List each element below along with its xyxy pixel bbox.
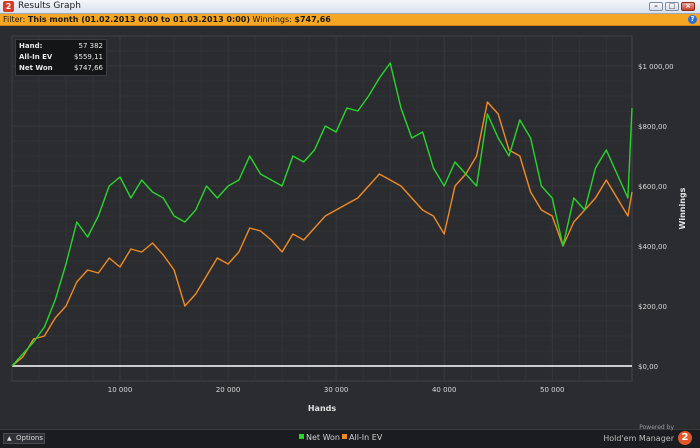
- filter-range: This month (01.02.2013 0:00 to 01.03.201…: [27, 15, 250, 24]
- x-tick-label: 10 000: [108, 386, 133, 394]
- x-tick-label: 30 000: [324, 386, 349, 394]
- y-tick-label: $1 000,00: [638, 63, 674, 71]
- maximize-button[interactable]: □: [665, 2, 679, 11]
- options-label: Options: [16, 434, 44, 442]
- app-logo-icon: 2: [3, 1, 14, 12]
- plot-area: [11, 35, 633, 382]
- stat-allin-value: $559,11: [74, 53, 103, 61]
- stat-hands-label: Hand:: [19, 42, 43, 50]
- minimize-icon: –: [654, 2, 658, 10]
- stats-box: Hand: 57 382 All-In EV $559,11 Net Won $…: [15, 39, 107, 76]
- chart-canvas: 10 000 20 000 30 000 40 000 50 000 $0,00 $200,…: [11, 35, 687, 413]
- y-tick-label: $400,00: [638, 243, 667, 251]
- y-axis-title: Winnings: [678, 187, 687, 229]
- stat-netwon-value: $747,66: [74, 64, 103, 72]
- help-icon[interactable]: ?: [688, 15, 697, 24]
- y-tick-label: $600,00: [638, 183, 667, 191]
- legend-swatch-net-won: [299, 434, 304, 439]
- results-graph: 10 000 20 000 30 000 40 000 50 000 $0,00 $200,…: [0, 26, 700, 429]
- legend-net-won[interactable]: Net Won: [299, 433, 340, 443]
- y-tick-label: $800,00: [638, 123, 667, 131]
- maximize-icon: □: [668, 2, 676, 10]
- stat-hands: Hand: 57 382: [19, 41, 103, 52]
- x-axis-title: Hands: [308, 404, 337, 413]
- legend-allin-ev-label: All-In EV: [349, 433, 383, 442]
- x-tick-label: 20 000: [216, 386, 241, 394]
- brand-name: Hold'em Manager: [603, 434, 674, 443]
- bottom-bar: ▲ Options Net Won All-In EV Powered by H…: [0, 424, 700, 448]
- close-icon: ×: [685, 2, 691, 10]
- legend-swatch-allin-ev: [342, 434, 347, 439]
- legend-net-won-label: Net Won: [306, 433, 340, 442]
- y-tick-label: $200,00: [638, 303, 667, 311]
- filter-prefix: Filter:: [3, 15, 26, 24]
- window-title: Results Graph: [18, 1, 81, 11]
- y-tick-label: $0,00: [638, 363, 658, 371]
- stat-hands-value: 57 382: [78, 42, 104, 50]
- brand-logo-icon: 2: [678, 431, 692, 445]
- options-arrow-icon: ▲: [7, 435, 12, 442]
- close-button[interactable]: ×: [681, 2, 695, 11]
- stat-netwon-label: Net Won: [19, 64, 53, 72]
- filter-description[interactable]: Filter: This month (01.02.2013 0:00 to 0…: [3, 14, 331, 25]
- x-tick-label: 50 000: [540, 386, 565, 394]
- minimize-button[interactable]: –: [649, 2, 663, 11]
- filter-winnings-label: Winnings:: [252, 15, 292, 24]
- x-tick-label: 40 000: [432, 386, 457, 394]
- legend-allin-ev[interactable]: All-In EV: [342, 433, 382, 443]
- stat-allin-ev: All-In EV $559,11: [19, 52, 103, 63]
- filter-bar: Filter: This month (01.02.2013 0:00 to 0…: [0, 14, 700, 26]
- title-bar: 2 Results Graph – □ ×: [0, 0, 700, 14]
- options-button[interactable]: ▲ Options: [3, 433, 45, 444]
- stat-allin-label: All-In EV: [19, 53, 53, 61]
- filter-winnings-value: $747,66: [294, 15, 331, 24]
- stat-net-won: Net Won $747,66: [19, 63, 103, 74]
